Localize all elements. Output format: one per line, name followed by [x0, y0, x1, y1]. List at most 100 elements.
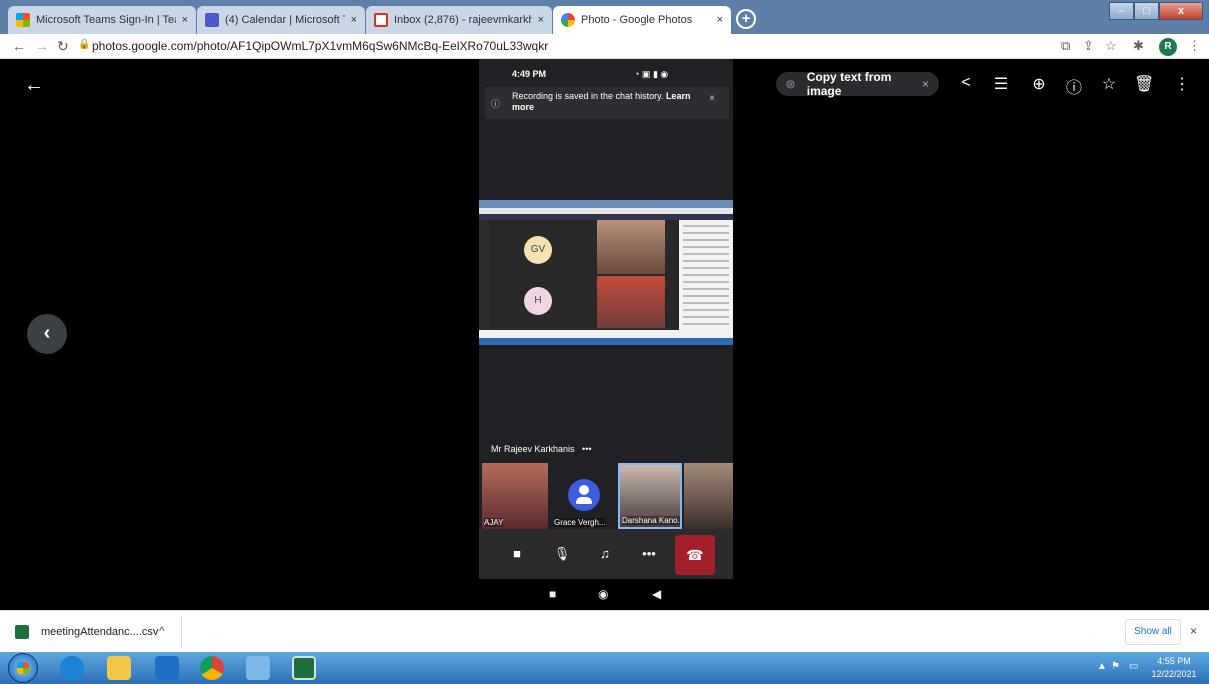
- clock-date: 12/22/2021: [1151, 669, 1197, 679]
- install-app-icon[interactable]: ⧉: [1061, 38, 1070, 54]
- shared-screen: GV H: [479, 200, 733, 349]
- zoom-icon[interactable]: ⊕: [1029, 74, 1049, 94]
- info-icon: ⓘ: [491, 99, 501, 109]
- more-options-icon[interactable]: •••: [639, 546, 659, 561]
- toast-message: Recording is saved in the chat history. …: [512, 91, 697, 113]
- shared-people-panel: [679, 220, 733, 330]
- start-button[interactable]: [8, 653, 38, 683]
- tab-teams-calendar[interactable]: (4) Calendar | Microsoft Teams ×: [197, 6, 365, 34]
- call-controls: ■ 🎙 ♫ ••• ☎: [479, 529, 733, 579]
- forward-icon[interactable]: →: [35, 38, 49, 54]
- shared-taskbar: [479, 338, 733, 345]
- tab-title: Microsoft Teams Sign-In | Teams: [36, 14, 176, 26]
- tab-teams-signin[interactable]: Microsoft Teams Sign-In | Teams ×: [8, 6, 196, 34]
- audio-icon[interactable]: ♫: [595, 546, 615, 561]
- presenter-name: Mr Rajeev Karkhanis: [491, 444, 575, 454]
- profile-avatar[interactable]: R: [1159, 38, 1177, 56]
- participant-tile[interactable]: Darshana Kano...: [618, 463, 682, 529]
- toast-close-icon[interactable]: ×: [709, 93, 715, 104]
- copy-text-close-icon[interactable]: ×: [922, 77, 929, 91]
- divider: [181, 616, 182, 648]
- status-icons: ◔ ▣ ▮ ◉: [634, 69, 669, 79]
- copy-text-label: Copy text from image: [806, 70, 892, 98]
- recents-icon[interactable]: ■: [549, 587, 556, 601]
- participant-avatar: H: [524, 287, 552, 315]
- recording-toast: ⓘ Recording is saved in the chat history…: [485, 87, 729, 119]
- info-icon[interactable]: ⓘ: [1064, 74, 1084, 98]
- share-page-icon[interactable]: ⇪: [1083, 38, 1094, 54]
- url-field[interactable]: photos.google.com/photo/AF1QipOWmL7pX1vm…: [92, 39, 548, 53]
- microphone-icon[interactable]: 🎙: [552, 546, 572, 562]
- participant-tile[interactable]: Grace Vergh...: [552, 463, 618, 529]
- participant-video: [597, 220, 665, 274]
- participant-tile[interactable]: AJAY: [482, 463, 548, 529]
- shared-teams-rail: [479, 220, 489, 335]
- flag-icon[interactable]: ⚑: [1111, 661, 1120, 672]
- participant-name: Darshana Kano...: [622, 516, 680, 525]
- chevron-up-icon[interactable]: ^: [159, 624, 165, 638]
- paint-icon[interactable]: [246, 656, 270, 680]
- person-icon: [568, 479, 600, 511]
- tab-close-icon[interactable]: ×: [182, 14, 188, 26]
- presenter-label: Mr Rajeev Karkhanis •••: [491, 444, 592, 454]
- chrome-icon[interactable]: [200, 656, 224, 680]
- bookmark-star-icon[interactable]: ☆: [1105, 38, 1117, 54]
- toast-text: Recording is saved in the chat history.: [512, 91, 664, 101]
- maximize-button[interactable]: □: [1134, 2, 1159, 20]
- camera-icon[interactable]: ■: [507, 546, 527, 561]
- participant-strip: AJAY Grace Vergh... Darshana Kano...: [482, 463, 733, 529]
- more-icon[interactable]: ⋮: [1172, 74, 1192, 94]
- tab-title: Photo - Google Photos: [581, 14, 693, 26]
- minimize-button[interactable]: –: [1109, 2, 1134, 20]
- star-icon[interactable]: ☆: [1099, 74, 1119, 94]
- file-explorer-icon[interactable]: [107, 656, 131, 680]
- clock-time: 4:55 PM: [1157, 656, 1191, 666]
- browser-menu-icon[interactable]: ⋮: [1188, 38, 1201, 54]
- lock-icon[interactable]: 🔒: [78, 39, 90, 50]
- download-file-name[interactable]: meetingAttendanc....csv: [41, 626, 158, 638]
- back-arrow-icon[interactable]: ←: [24, 74, 44, 97]
- presenter-more-icon[interactable]: •••: [582, 444, 591, 454]
- tab-close-icon[interactable]: ×: [351, 14, 357, 26]
- trash-icon[interactable]: 🗑: [1134, 74, 1154, 94]
- gmail-logo-icon: [374, 13, 388, 27]
- tab-close-icon[interactable]: ×: [538, 14, 544, 26]
- google-photos-logo-icon: [561, 13, 575, 27]
- phone-screenshot: 4:49 PM ◔ ▣ ▮ ◉ ⓘ Recording is saved in …: [479, 59, 733, 610]
- extensions-icon[interactable]: ✱: [1133, 38, 1144, 54]
- back-icon[interactable]: ◀: [652, 587, 661, 601]
- previous-photo-button[interactable]: ‹: [27, 314, 67, 354]
- shared-dock: [479, 330, 733, 338]
- tab-gmail-inbox[interactable]: Inbox (2,876) - rajeevmkarkhanis ×: [366, 6, 552, 34]
- close-window-button[interactable]: x: [1159, 2, 1203, 20]
- reload-icon[interactable]: ↻: [57, 38, 69, 55]
- internet-explorer-icon[interactable]: [60, 656, 84, 680]
- tab-close-icon[interactable]: ×: [717, 14, 723, 26]
- address-bar: ← → ↻ 🔒 photos.google.com/photo/AF1QipOW…: [0, 34, 1209, 59]
- new-tab-button[interactable]: +: [736, 9, 756, 29]
- home-icon[interactable]: ◉: [598, 587, 608, 601]
- network-icon[interactable]: ▭: [1129, 661, 1138, 672]
- teams-logo-icon: [205, 13, 219, 27]
- participant-tile[interactable]: [684, 463, 733, 529]
- tab-google-photos[interactable]: Photo - Google Photos ×: [553, 6, 731, 34]
- back-icon[interactable]: ←: [12, 38, 26, 54]
- window-controls: – □ x: [1109, 2, 1203, 20]
- show-hidden-icons[interactable]: ▲: [1097, 661, 1107, 672]
- system-clock[interactable]: 4:55 PM 12/22/2021: [1148, 655, 1200, 681]
- edit-icon[interactable]: ☰: [991, 74, 1011, 94]
- android-nav-bar: ■ ◉ ◀: [479, 579, 733, 610]
- windows-taskbar: ▲ ⚑ ▭ 4:55 PM 12/22/2021: [0, 652, 1209, 684]
- microsoft-logo-icon: [16, 13, 30, 27]
- tab-title: (4) Calendar | Microsoft Teams: [225, 14, 345, 26]
- copy-text-chip[interactable]: ◎ Copy text from image ×: [776, 70, 939, 98]
- outlook-icon[interactable]: [155, 656, 179, 680]
- share-icon[interactable]: <: [956, 74, 976, 92]
- close-downloads-icon[interactable]: ×: [1190, 624, 1197, 638]
- excel-icon[interactable]: [292, 656, 316, 680]
- windows-logo-icon: [17, 662, 29, 674]
- end-call-button[interactable]: ☎: [675, 535, 715, 575]
- lens-icon: ◎: [786, 78, 795, 90]
- participant-avatar: GV: [524, 236, 552, 264]
- show-all-button[interactable]: Show all: [1125, 619, 1181, 645]
